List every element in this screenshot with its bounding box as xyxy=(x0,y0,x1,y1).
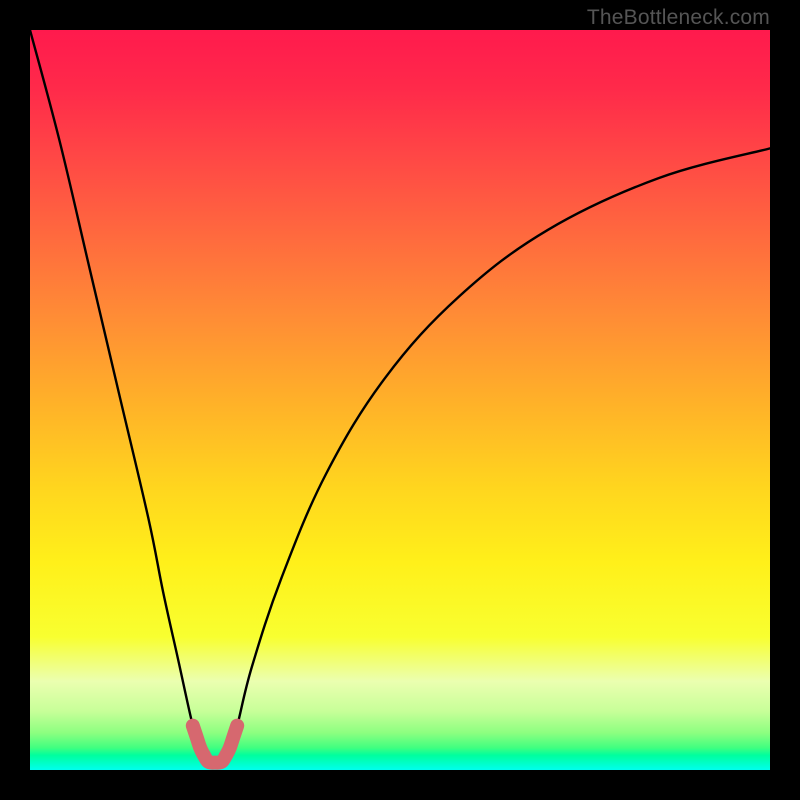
bottleneck-curve xyxy=(30,30,770,764)
bottleneck-highlight xyxy=(193,726,237,763)
chart-frame xyxy=(30,30,770,770)
watermark-text: TheBottleneck.com xyxy=(587,6,770,30)
curve-svg xyxy=(30,30,770,770)
